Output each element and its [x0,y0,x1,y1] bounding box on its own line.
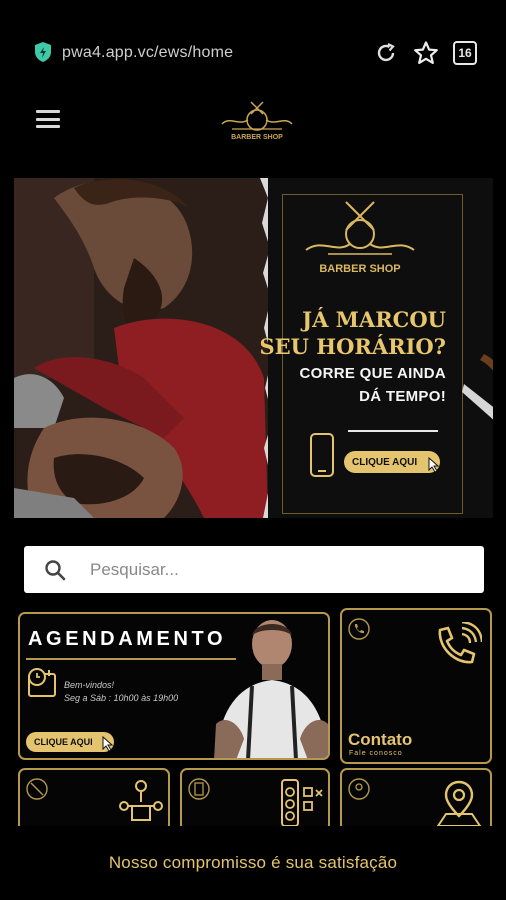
header-logo-text: BARBER SHOP [231,134,283,141]
banner-divider [348,430,438,432]
banner-headline: JÁ MARCOU SEU HORÁRIO? [256,306,446,360]
barber-shop-logo[interactable]: BARBER SHOP [218,96,296,144]
footer-tagline: Nosso compromisso é sua satisfação [108,853,398,872]
cursor-icon [102,736,114,752]
cursor-icon [428,457,440,473]
notes-icon [188,778,210,800]
headline-line-2: SEU HORÁRIO? [259,334,446,359]
agendamento-cta-button[interactable]: CLIQUE AQUI [26,732,114,752]
banner-logo-text: BARBER SHOP [319,263,400,275]
service-card-team[interactable] [18,768,170,832]
agendamento-hours: Seg a Sáb : 10h00 às 19h00 [64,693,179,703]
subline-line-2: DÁ TEMPO! [359,388,446,405]
barber-photo [14,178,268,518]
contato-title: Contato [348,730,413,749]
agendamento-greeting: Bem-vindos! [64,680,115,690]
banner-cta-button[interactable]: CLIQUE AQUI [344,451,440,473]
banner-subline: CORRE QUE AINDA DÁ TEMPO! [256,362,446,408]
star-icon[interactable] [413,40,439,66]
service-card-location[interactable] [340,768,492,832]
barber-portrait [214,620,328,758]
map-pin-icon [436,780,482,827]
url-text[interactable]: pwa4.app.vc/ews/home [62,44,233,62]
reload-icon[interactable] [374,41,398,65]
shield-icon[interactable] [33,41,53,63]
phone-call-icon [438,622,482,664]
browser-url-bar: pwa4.app.vc/ews/home 16 [0,30,506,76]
banner-logo: BARBER SHOP [305,201,415,275]
team-meeting-icon [119,780,163,821]
phone-icon [348,618,370,640]
hamburger-icon[interactable] [36,110,60,128]
search-input[interactable] [90,546,470,593]
contato-subtitle: Fale conosco [349,750,403,757]
headline-line-1: JÁ MARCOU [302,307,446,332]
agendamento-card[interactable]: AGENDAMENTO Bem-vindos! Seg a Sáb : 10h0… [18,612,330,760]
feedback-checklist-icon [281,779,323,827]
calendar-clock-icon [28,668,56,697]
contato-card[interactable]: Contato Fale conosco [340,608,492,764]
subline-line-1: CORRE QUE AINDA [299,365,446,382]
service-card-checklist[interactable] [180,768,330,832]
smartphone-icon [310,433,334,477]
no-entry-icon [26,778,48,800]
person-icon [348,778,370,800]
tab-count-label: 16 [458,46,472,60]
banner-cta-label: CLIQUE AQUI [352,456,418,468]
search-icon[interactable] [44,559,66,581]
footer-bar: Nosso compromisso é sua satisfação [0,826,506,900]
agendamento-cta-label: CLIQUE AQUI [34,737,93,747]
tabs-counter[interactable]: 16 [453,41,477,65]
search-bar[interactable] [24,546,484,593]
razor-icon [462,354,493,420]
